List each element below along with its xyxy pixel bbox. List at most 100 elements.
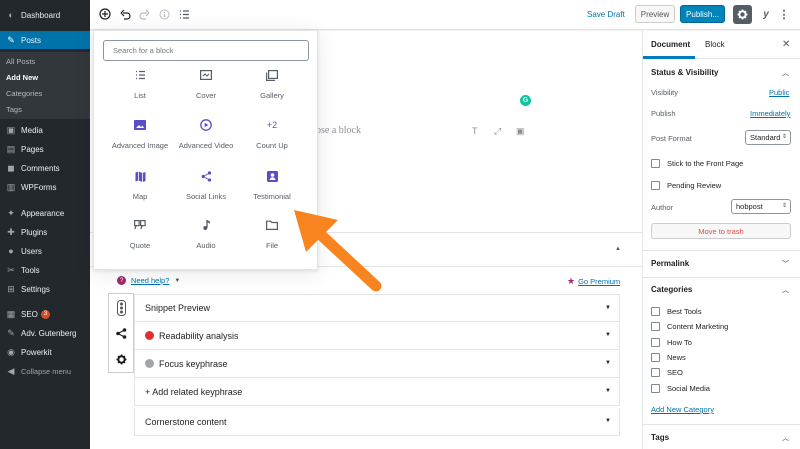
chevron-up-icon[interactable]: ︿ bbox=[782, 433, 789, 443]
help-icon: ? bbox=[117, 276, 126, 285]
yoast-icon[interactable]: y bbox=[759, 6, 773, 22]
submenu-all-posts[interactable]: All Posts bbox=[6, 57, 35, 66]
info-icon[interactable] bbox=[157, 7, 171, 21]
submenu-tags[interactable]: Tags bbox=[6, 105, 22, 114]
undo-icon[interactable] bbox=[118, 7, 132, 21]
tab-document[interactable]: Document bbox=[651, 40, 690, 49]
readability-row[interactable]: Readability analysis ▼ bbox=[134, 322, 620, 350]
category-label: Best Tools bbox=[667, 307, 702, 316]
related-keyphrase-row[interactable]: + Add related keyphrase ▼ bbox=[134, 378, 620, 406]
traffic-light-icon[interactable] bbox=[109, 295, 133, 320]
menu-wpforms[interactable]: ▥ WPForms bbox=[0, 178, 90, 196]
category-item[interactable]: Best Tools bbox=[651, 307, 701, 316]
menu-posts[interactable]: ✎ Posts bbox=[0, 31, 90, 49]
block-label: Count Up bbox=[256, 141, 288, 150]
category-checkbox[interactable] bbox=[651, 384, 660, 393]
block-placeholder[interactable]: ose a block bbox=[316, 125, 361, 136]
yoast-tab-bar bbox=[108, 293, 134, 373]
list-icon bbox=[107, 69, 173, 81]
go-premium-link[interactable]: Go Premium bbox=[578, 277, 620, 286]
pending-checkbox-row[interactable]: Pending Review bbox=[651, 181, 721, 190]
menu-powerkit[interactable]: ◉ Powerkit bbox=[0, 343, 90, 361]
category-item[interactable]: News bbox=[651, 353, 686, 362]
move-to-trash-button[interactable]: Move to trash bbox=[651, 223, 791, 239]
editor-toolbar: Save Draft Preview Publish... y ⋮ bbox=[90, 0, 800, 30]
submenu-categories[interactable]: Categories bbox=[6, 89, 42, 98]
block-map[interactable]: Map bbox=[107, 170, 173, 210]
image-icon[interactable]: ▣ bbox=[516, 126, 525, 137]
author-select[interactable]: hobpost ⇕ bbox=[731, 199, 791, 214]
share-icon[interactable] bbox=[109, 321, 133, 346]
visibility-value-link[interactable]: Public bbox=[769, 88, 789, 97]
block-gallery[interactable]: Gallery bbox=[239, 69, 305, 109]
menu-plugins[interactable]: ✚ Plugins bbox=[0, 223, 90, 241]
category-label: How To bbox=[667, 338, 692, 347]
menu-pages[interactable]: ▤ Pages bbox=[0, 140, 90, 158]
category-checkbox[interactable] bbox=[651, 322, 660, 331]
category-checkbox[interactable] bbox=[651, 353, 660, 362]
menu-adv-gutenberg[interactable]: ✎ Adv. Gutenberg bbox=[0, 324, 90, 342]
menu-seo[interactable]: ▦ SEO 3 bbox=[0, 305, 90, 323]
menu-media[interactable]: ▣ Media bbox=[0, 121, 90, 139]
add-block-icon[interactable] bbox=[98, 7, 112, 21]
save-draft-button[interactable]: Save Draft bbox=[587, 10, 625, 19]
focus-keyphrase-row[interactable]: Focus keyphrase ▼ bbox=[134, 350, 620, 378]
category-item[interactable]: Social Media bbox=[651, 384, 710, 393]
category-item[interactable]: Content Marketing bbox=[651, 322, 728, 331]
category-checkbox[interactable] bbox=[651, 307, 660, 316]
chevron-down-icon[interactable]: ﹀ bbox=[782, 259, 789, 269]
menu-comments[interactable]: ◼ Comments bbox=[0, 159, 90, 177]
panel-title-tags[interactable]: Tags bbox=[651, 433, 669, 442]
block-list[interactable]: List bbox=[107, 69, 173, 109]
chevron-down-icon[interactable]: ▼ bbox=[174, 278, 180, 284]
block-cover[interactable]: Cover bbox=[173, 69, 239, 109]
menu-appearance[interactable]: ✦ Appearance bbox=[0, 204, 90, 222]
block-count-up[interactable]: +2 Count Up bbox=[239, 119, 305, 159]
panel-title-categories[interactable]: Categories bbox=[651, 285, 692, 294]
menu-tools[interactable]: ✂ Tools bbox=[0, 261, 90, 279]
chevron-up-icon[interactable]: ︿ bbox=[782, 285, 789, 295]
chevron-up-icon[interactable]: ▲ bbox=[615, 246, 621, 252]
menu-users[interactable]: ● Users bbox=[0, 242, 90, 260]
category-checkbox[interactable] bbox=[651, 338, 660, 347]
menu-collapse[interactable]: ◀ Collapse menu bbox=[0, 362, 90, 380]
post-format-select[interactable]: Standard ⇕ bbox=[745, 130, 791, 145]
need-help-link[interactable]: Need help? bbox=[131, 276, 169, 285]
block-social-links[interactable]: Social Links bbox=[173, 170, 239, 210]
category-item[interactable]: How To bbox=[651, 338, 692, 347]
add-new-category-link[interactable]: Add New Category bbox=[651, 405, 714, 414]
settings-gear-button[interactable] bbox=[733, 5, 752, 24]
panel-title-status-visibility[interactable]: Status & Visibility bbox=[651, 68, 718, 77]
chevron-up-icon[interactable]: ︿ bbox=[782, 68, 789, 78]
block-advanced-image[interactable]: Advanced Image bbox=[107, 119, 173, 159]
close-icon[interactable]: ✕ bbox=[782, 39, 790, 50]
sticky-checkbox-row[interactable]: Stick to the Front Page bbox=[651, 159, 743, 168]
block-quote[interactable]: Quote bbox=[107, 219, 173, 259]
gear-icon[interactable] bbox=[109, 347, 133, 372]
snippet-preview-row[interactable]: Snippet Preview ▼ bbox=[134, 294, 620, 322]
preview-button[interactable]: Preview bbox=[635, 5, 675, 23]
category-checkbox[interactable] bbox=[651, 368, 660, 377]
block-audio[interactable]: Audio bbox=[173, 219, 239, 259]
submenu-add-new[interactable]: Add New bbox=[6, 73, 38, 82]
publish-button[interactable]: Publish... bbox=[680, 5, 725, 23]
advanced-video-icon bbox=[173, 119, 239, 131]
publish-value-link[interactable]: Immediately bbox=[750, 109, 790, 118]
fullscreen-icon[interactable]: ⤢ bbox=[494, 126, 501, 137]
block-advanced-video[interactable]: Advanced Video bbox=[173, 119, 239, 159]
more-options-icon[interactable]: ⋮ bbox=[779, 6, 790, 22]
panel-title-permalink[interactable]: Permalink bbox=[651, 259, 689, 268]
tab-block[interactable]: Block bbox=[705, 40, 725, 49]
menu-dashboard[interactable]: ◐ Dashboard bbox=[0, 6, 90, 24]
cornerstone-row[interactable]: Cornerstone content ▼ bbox=[134, 408, 620, 436]
outline-icon[interactable] bbox=[177, 7, 191, 21]
heading-icon[interactable]: T bbox=[472, 126, 478, 136]
grammarly-icon[interactable]: G bbox=[520, 95, 531, 106]
menu-settings[interactable]: ⊞ Settings bbox=[0, 280, 90, 298]
sticky-checkbox[interactable] bbox=[651, 159, 660, 168]
map-icon bbox=[107, 170, 173, 182]
redo-icon[interactable] bbox=[137, 7, 151, 21]
category-item[interactable]: SEO bbox=[651, 368, 683, 377]
pending-checkbox[interactable] bbox=[651, 181, 660, 190]
block-search-input[interactable] bbox=[103, 40, 309, 61]
